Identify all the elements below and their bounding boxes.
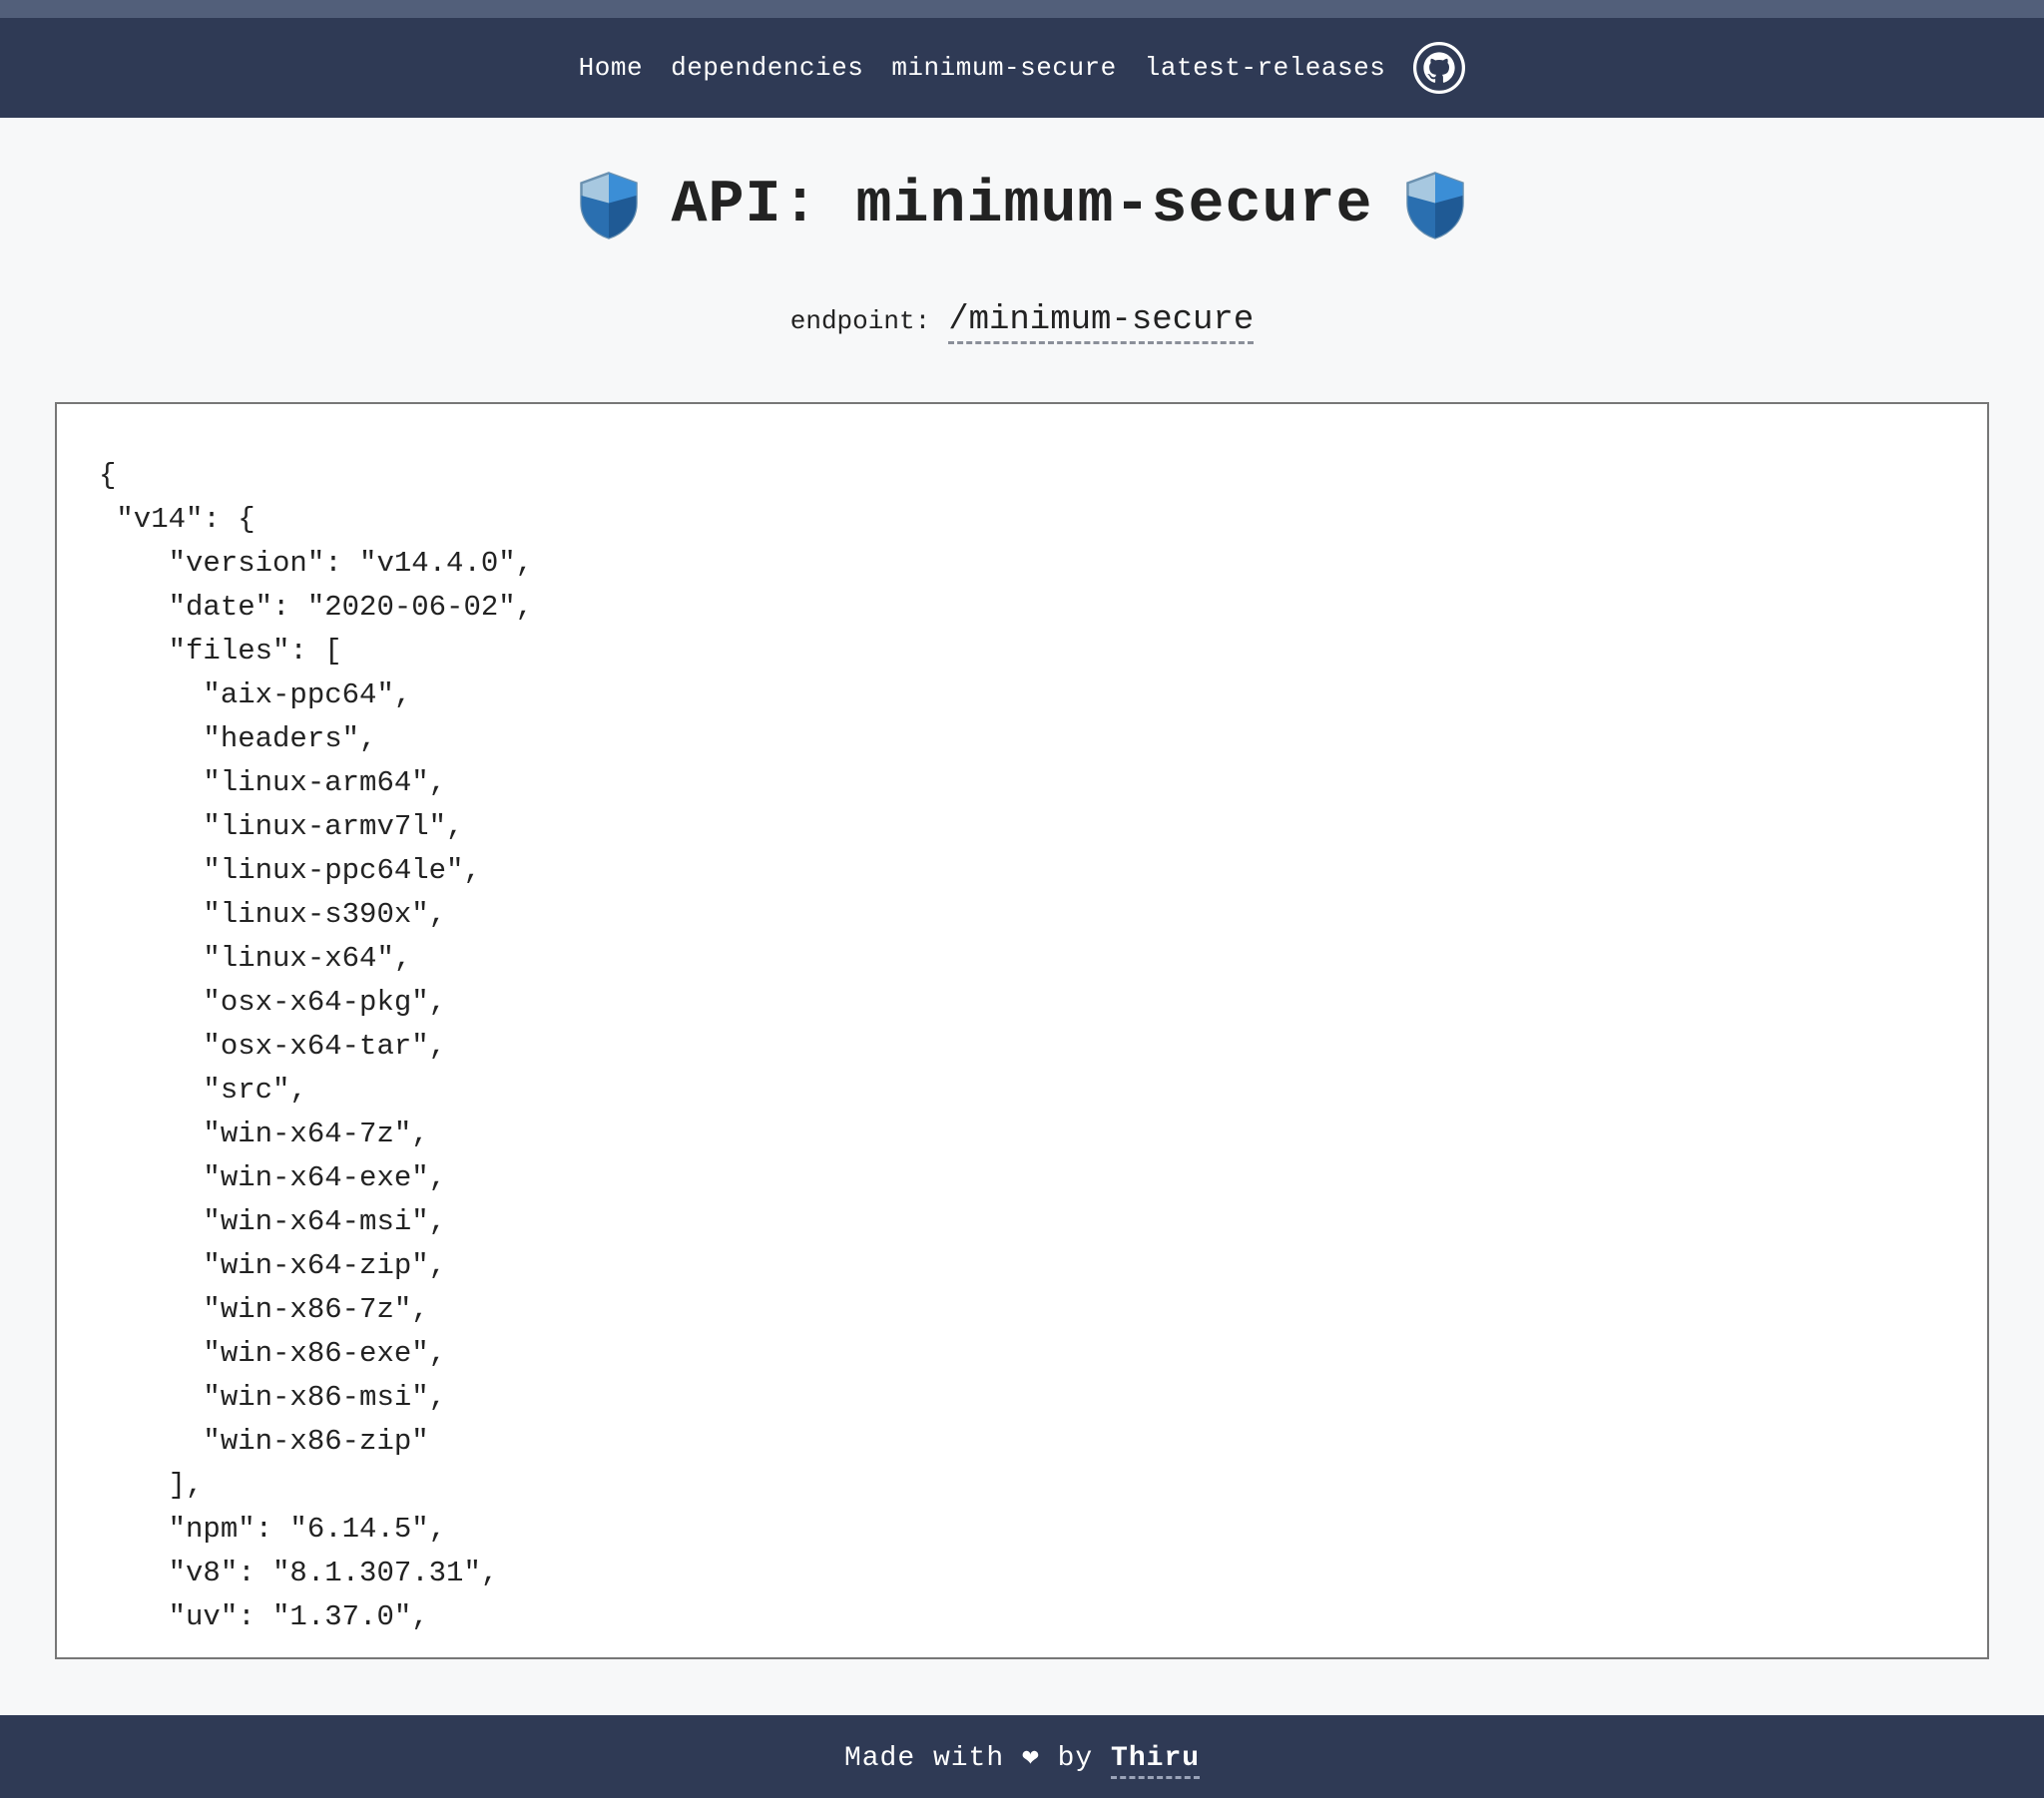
nav-item-home[interactable]: Home: [579, 53, 643, 83]
footer-mid: by: [1040, 1743, 1111, 1774]
page-title-row: API: minimum-secure: [569, 166, 1474, 245]
shield-icon: [1395, 166, 1475, 245]
footer-author-link[interactable]: Thiru: [1111, 1743, 1200, 1779]
nav-item-dependencies[interactable]: dependencies: [671, 53, 863, 83]
footer: Made with ❤ by Thiru: [0, 1715, 2044, 1798]
endpoint-link[interactable]: /minimum-secure: [948, 301, 1254, 344]
footer-prefix: Made with: [844, 1743, 1022, 1774]
main-nav: Home dependencies minimum-secure latest-…: [0, 18, 2044, 118]
github-icon[interactable]: [1413, 42, 1465, 94]
page-title: API: minimum-secure: [671, 172, 1372, 239]
shield-icon: [569, 166, 649, 245]
nav-item-minimum-secure[interactable]: minimum-secure: [891, 53, 1116, 83]
nav-item-latest-releases[interactable]: latest-releases: [1145, 53, 1386, 83]
json-response-box[interactable]: { "v14": { "version": "v14.4.0", "date":…: [55, 402, 1989, 1659]
main-content: API: minimum-secure endpoint: /minimum-s…: [0, 118, 2044, 1715]
endpoint-row: endpoint: /minimum-secure: [790, 301, 1255, 344]
heart-icon: ❤: [1022, 1743, 1040, 1774]
endpoint-label: endpoint:: [790, 306, 930, 336]
window-topbar: [0, 0, 2044, 18]
